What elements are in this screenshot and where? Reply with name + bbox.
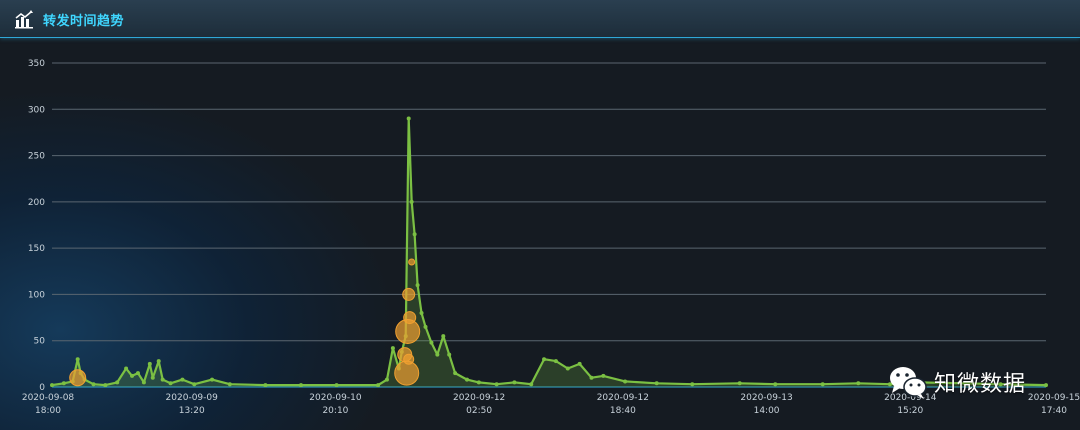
y-tick-label: 100 [28, 290, 45, 300]
data-point [115, 380, 120, 385]
data-point [406, 116, 411, 121]
x-tick-time: 13:20 [179, 406, 205, 416]
data-point [601, 373, 606, 378]
data-point [464, 377, 469, 382]
data-point [565, 366, 570, 371]
highlight-bubble [69, 369, 87, 387]
data-point [419, 310, 424, 315]
panel-title: 转发时间趋势 [43, 14, 125, 29]
data-point [654, 381, 659, 386]
x-tick-time: 18:40 [610, 406, 636, 416]
data-point [263, 383, 268, 388]
data-point [435, 352, 440, 357]
x-tick-date: 2020-09-10 [309, 393, 362, 403]
y-tick-label: 50 [34, 337, 46, 347]
data-point [160, 377, 165, 382]
y-tick-label: 0 [39, 383, 45, 393]
data-point [773, 382, 778, 387]
data-point [334, 383, 339, 388]
data-point [124, 366, 129, 371]
data-point [553, 359, 558, 364]
data-point [135, 371, 140, 376]
data-point [180, 377, 185, 382]
data-point [476, 380, 481, 385]
data-point [192, 382, 197, 387]
x-tick-date: 2020-09-13 [740, 393, 792, 403]
data-point [91, 382, 96, 387]
data-point [737, 381, 742, 386]
data-point [384, 377, 389, 382]
data-point [429, 340, 434, 345]
data-point [1044, 383, 1048, 388]
x-tick-time: 02:50 [466, 406, 492, 416]
data-point [390, 346, 395, 351]
data-point [103, 383, 108, 388]
data-point [150, 375, 155, 380]
y-tick-label: 250 [28, 152, 45, 162]
x-tick-time: 17:40 [1041, 406, 1067, 416]
data-point [441, 334, 446, 339]
data-point [623, 379, 628, 384]
x-tick-time: 18:00 [35, 406, 61, 416]
data-point [423, 324, 428, 329]
data-point [61, 381, 66, 386]
data-point [542, 357, 547, 362]
data-point [147, 361, 152, 366]
x-tick-time: 15:20 [897, 406, 923, 416]
panel-header: 转发时间趋势 [0, 0, 1080, 38]
watermark-text: 知微数据 [934, 372, 1027, 397]
data-point [141, 380, 146, 385]
data-point [415, 283, 420, 288]
data-point [690, 382, 695, 387]
data-point [529, 382, 534, 387]
y-tick-label: 150 [28, 244, 45, 254]
wechat-icon [890, 367, 927, 399]
x-tick-date: 2020-09-08 [22, 393, 75, 403]
y-tick-label: 350 [28, 59, 45, 69]
series-area [52, 118, 1046, 387]
data-point [130, 373, 135, 378]
highlight-bubble [394, 360, 420, 386]
highlight-bubble [408, 258, 416, 266]
data-point [298, 383, 303, 388]
x-tick-date: 2020-09-09 [166, 393, 219, 403]
data-point [577, 361, 582, 366]
x-tick-date: 2020-09-15 [1028, 393, 1080, 403]
data-point [168, 381, 173, 386]
watermark: 知微数据 [888, 362, 1026, 402]
highlight-bubble [403, 353, 415, 365]
data-point [412, 232, 417, 237]
data-point [50, 383, 54, 388]
data-point [409, 199, 414, 204]
x-tick-time: 14:00 [754, 406, 780, 416]
series-line [51, 117, 1047, 387]
data-point [512, 380, 517, 385]
data-point [589, 375, 594, 380]
y-tick-label: 300 [28, 105, 45, 115]
data-point [376, 383, 381, 388]
y-tick-label: 200 [28, 198, 45, 208]
data-point [856, 381, 861, 386]
highlight-bubble [403, 311, 417, 325]
x-tick-time: 20:10 [322, 406, 348, 416]
data-point [227, 382, 232, 387]
data-point [75, 357, 80, 362]
x-tick-date: 2020-09-12 [597, 393, 649, 403]
data-point [156, 359, 161, 364]
data-point [820, 382, 825, 387]
bar-trend-icon [15, 10, 33, 29]
data-point [453, 371, 458, 376]
data-point [447, 352, 452, 357]
highlight-bubble [402, 287, 416, 301]
data-point [494, 382, 499, 387]
data-point [210, 377, 215, 382]
x-tick-date: 2020-09-12 [453, 393, 505, 403]
